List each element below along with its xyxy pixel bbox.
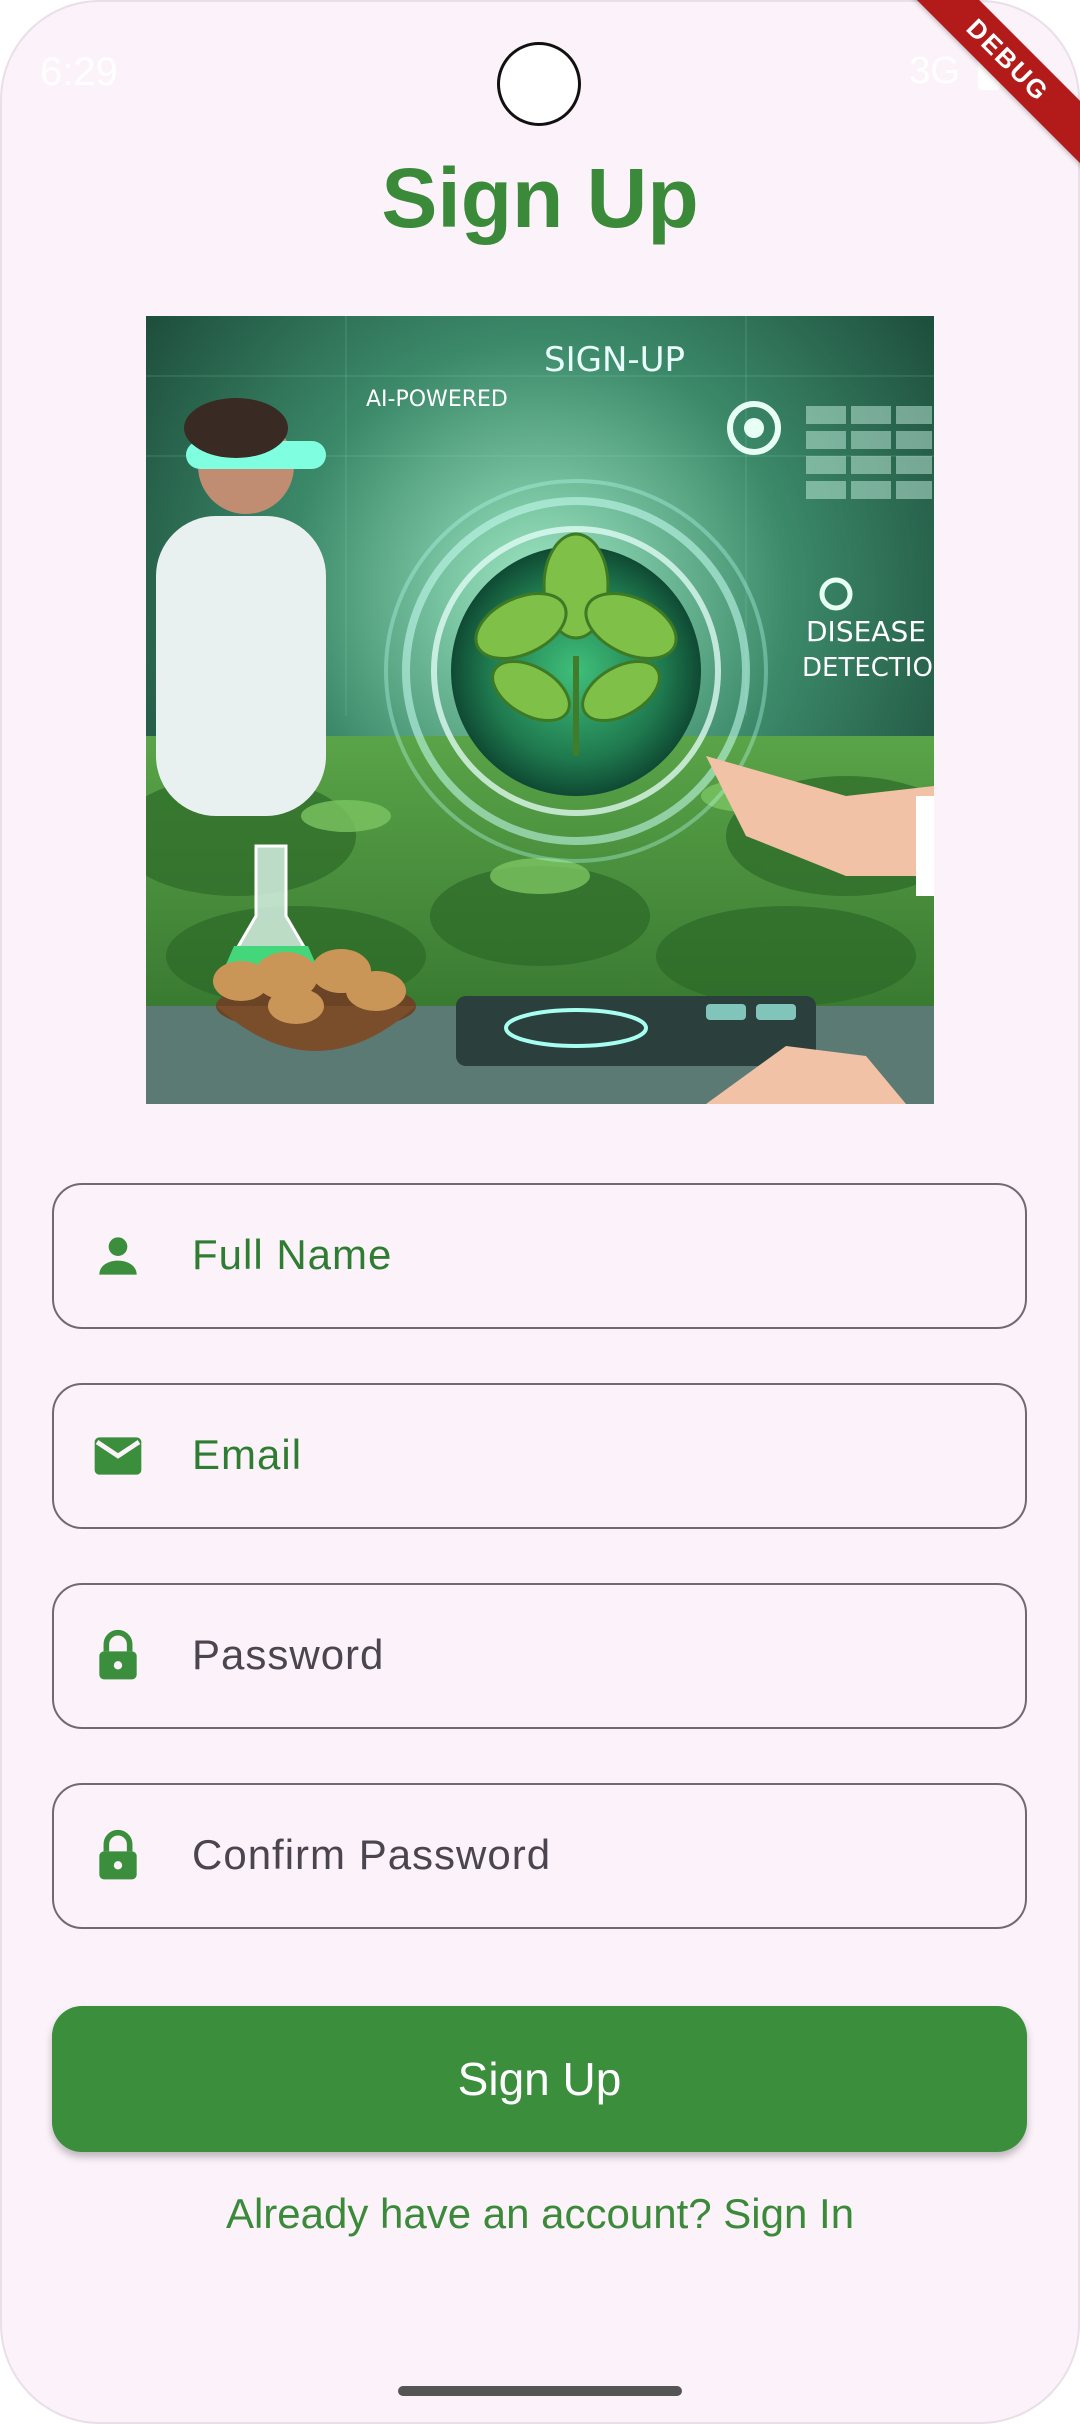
sign-up-button[interactable]: Sign Up (52, 2006, 1027, 2152)
hero-text-signup: SIGN-UP (544, 340, 685, 380)
hero-text-detection: DETECTION (802, 653, 934, 683)
full-name-placeholder: Full Name (192, 1231, 393, 1278)
confirm-password-field[interactable]: Confirm Password (52, 1783, 1027, 1929)
sign-in-link[interactable]: Already have an account? Sign In (0, 2190, 1080, 2238)
home-indicator[interactable] (398, 2386, 682, 2396)
status-time: 6:29 (40, 50, 118, 94)
password-placeholder: Password (192, 1631, 385, 1678)
password-field[interactable]: Password (52, 1583, 1027, 1729)
camera-cutout (497, 42, 581, 126)
phone-screen: 6:29 3G DEBUG Sign Up SIGN-UP AI-POWERED… (0, 0, 1080, 2424)
person-icon (99, 1237, 137, 1275)
page-title: Sign Up (381, 151, 699, 245)
mail-icon (94, 1437, 142, 1475)
full-name-field[interactable]: Full Name (52, 1183, 1027, 1329)
email-placeholder: Email (192, 1431, 303, 1478)
hero-text-disease: DISEASE (806, 615, 926, 648)
hero-image: SIGN-UP AI-POWERED DISEASE DETECTION (146, 316, 934, 1104)
lock-icon (99, 1829, 137, 1880)
confirm-password-placeholder: Confirm Password (192, 1831, 552, 1878)
network-indicator: 3G (909, 50, 960, 92)
hero-text-ai: AI-POWERED (366, 387, 508, 412)
lock-icon (99, 1629, 137, 1680)
email-field[interactable]: Email (52, 1383, 1027, 1529)
